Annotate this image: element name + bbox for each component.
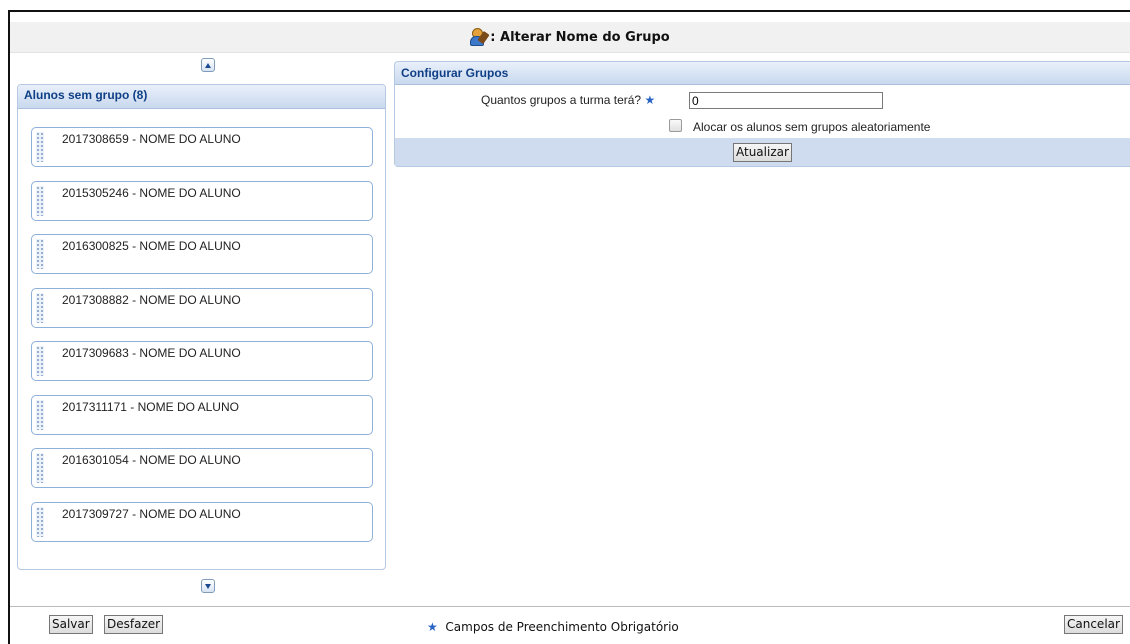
asterisk-icon: ★ [427, 620, 438, 634]
drag-handle-icon[interactable] [36, 346, 44, 376]
student-card[interactable]: 2017309683 - NOME DO ALUNO [31, 341, 373, 381]
arrow-down-icon [205, 584, 211, 589]
groups-count-input[interactable] [689, 92, 883, 109]
student-name: 2017309683 - NOME DO ALUNO [62, 346, 241, 360]
drag-handle-icon[interactable] [36, 292, 44, 323]
ungrouped-students-header: Alunos sem grupo (8) [18, 85, 385, 109]
arrow-up-icon [205, 63, 211, 68]
update-button[interactable]: Atualizar [733, 143, 792, 162]
student-name: 2017309727 - NOME DO ALUNO [62, 506, 241, 521]
student-card[interactable]: 2016300825 - NOME DO ALUNO [31, 234, 373, 274]
save-button[interactable]: Salvar [49, 615, 93, 634]
student-name: 2017311171 - NOME DO ALUNO [62, 399, 239, 414]
student-name: 2017308659 - NOME DO ALUNO [62, 132, 241, 146]
drag-handle-icon[interactable] [36, 185, 44, 216]
random-allocation-checkbox[interactable] [669, 119, 682, 132]
drag-handle-icon[interactable] [36, 239, 44, 269]
title-bar: : Alterar Nome do Grupo [10, 22, 1130, 53]
random-allocation-label: Alocar os alunos sem grupos aleatoriamen… [693, 120, 931, 134]
student-name: 2015305246 - NOME DO ALUNO [62, 185, 241, 200]
page-title: : Alterar Nome do Grupo [490, 29, 670, 45]
student-name: 2016301054 - NOME DO ALUNO [62, 453, 241, 467]
drag-handle-icon[interactable] [36, 132, 44, 162]
student-card[interactable]: 2017308659 - NOME DO ALUNO [31, 127, 373, 167]
groups-count-label: Quantos grupos a turma terá? [481, 93, 642, 107]
configure-groups-header: Configurar Grupos [395, 62, 1130, 85]
required-fields-text: Campos de Preenchimento Obrigatório [445, 620, 679, 634]
student-list: 2017308659 - NOME DO ALUNO 2015305246 - N… [31, 127, 373, 555]
student-name: 2017308882 - NOME DO ALUNO [62, 292, 241, 307]
student-card[interactable]: 2017308882 - NOME DO ALUNO [31, 287, 373, 328]
drag-handle-icon[interactable] [36, 506, 44, 537]
asterisk-icon: ★ [644, 93, 656, 107]
footer-divider [10, 606, 1130, 607]
scroll-down-button[interactable] [201, 579, 215, 593]
student-name: 2016300825 - NOME DO ALUNO [62, 239, 241, 253]
cancel-button[interactable]: Cancelar [1064, 615, 1123, 634]
config-action-bar: Atualizar [395, 138, 1130, 166]
student-card[interactable]: 2015305246 - NOME DO ALUNO [31, 180, 373, 221]
drag-handle-icon[interactable] [36, 399, 44, 430]
drag-handle-icon[interactable] [36, 453, 44, 483]
student-card[interactable]: 2017311171 - NOME DO ALUNO [31, 394, 373, 435]
groups-count-label-row: Quantos grupos a turma terá? ★ [481, 93, 655, 107]
required-fields-note: ★ Campos de Preenchimento Obrigatório [427, 620, 679, 634]
student-card[interactable]: 2016301054 - NOME DO ALUNO [31, 448, 373, 488]
configure-groups-panel: Configurar Grupos Quantos grupos a turma… [394, 61, 1130, 167]
group-edit-icon [470, 28, 490, 46]
student-card[interactable]: 2017309727 - NOME DO ALUNO [31, 501, 373, 542]
undo-button[interactable]: Desfazer [104, 615, 164, 634]
ungrouped-students-panel: Alunos sem grupo (8) 2017308659 - NOME D… [17, 84, 386, 570]
scroll-up-button[interactable] [201, 58, 215, 72]
